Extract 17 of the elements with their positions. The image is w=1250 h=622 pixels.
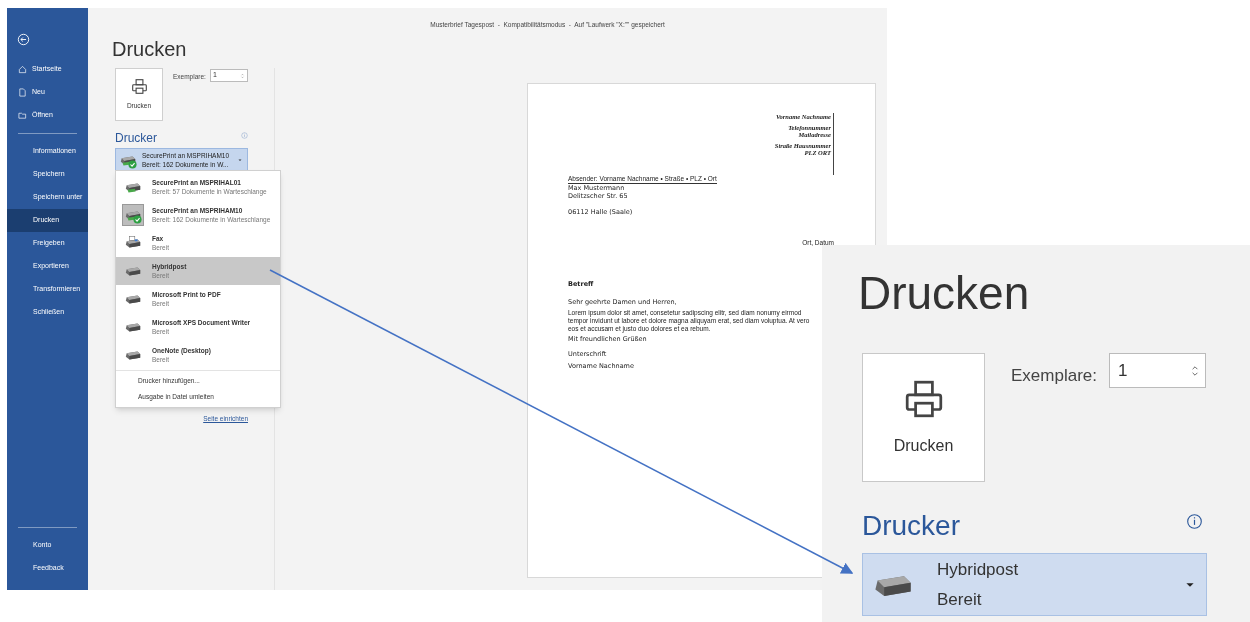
copies-label: Exemplare: xyxy=(1011,365,1097,387)
printer-icon xyxy=(130,78,148,96)
printer-dropdown[interactable]: Hybridpost Bereit xyxy=(862,553,1207,616)
info-icon xyxy=(241,131,248,139)
folder-icon xyxy=(18,111,27,120)
document-icon xyxy=(18,88,27,97)
caret-icon xyxy=(237,156,243,163)
section-heading: Drucker xyxy=(115,130,157,147)
spinner-icon xyxy=(239,71,245,80)
home-icon xyxy=(18,65,27,74)
section-heading: Drucker xyxy=(862,510,960,542)
page-heading: Drucken xyxy=(858,266,1031,321)
print-button[interactable]: Drucken xyxy=(862,353,985,482)
info-icon xyxy=(1186,512,1203,530)
back-icon xyxy=(17,33,30,46)
copies-field[interactable]: 1 xyxy=(1109,353,1206,388)
page-heading: Drucken xyxy=(112,37,187,62)
